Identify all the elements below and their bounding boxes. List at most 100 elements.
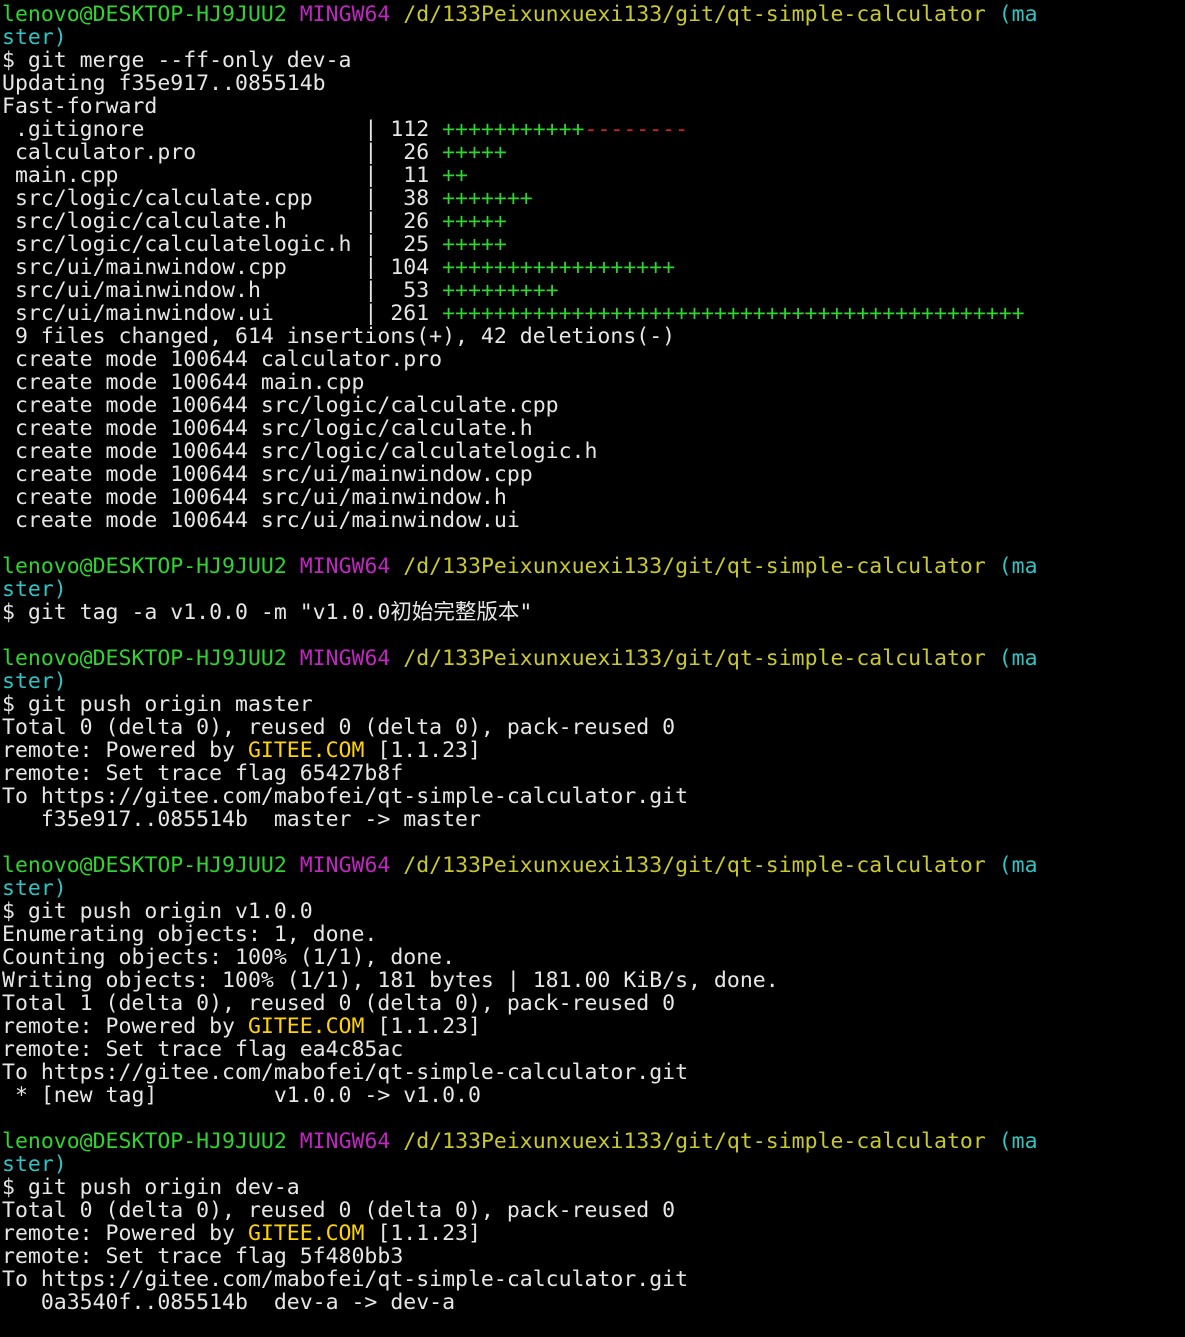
terminal-line: To https://gitee.com/mabofei/qt-simple-c… (2, 1268, 1185, 1291)
terminal-text: ++++++++++++++++++ (442, 256, 676, 279)
terminal-text: lenovo@DESKTOP-HJ9JUU2 (2, 854, 287, 877)
terminal-line: create mode 100644 calculator.pro (2, 348, 1185, 371)
terminal-text: src/logic/calculate.h | 26 (2, 210, 443, 233)
terminal-text: ster) (2, 1153, 67, 1176)
terminal-text: $ git push origin master (2, 693, 313, 716)
terminal-text: $ git push origin v1.0.0 (2, 900, 313, 923)
terminal-text: lenovo@DESKTOP-HJ9JUU2 (2, 647, 287, 670)
terminal-text: Total 1 (delta 0), reused 0 (delta 0), p… (2, 992, 676, 1015)
terminal-text: /d/133Peixunxuexi133/git/qt-simple-calcu… (403, 555, 986, 578)
terminal-line: src/logic/calculatelogic.h | 25 +++++ (2, 233, 1185, 256)
terminal-line: $ git push origin master (2, 693, 1185, 716)
terminal-text: $ git tag -a v1.0.0 -m "v1.0.0初始完整版本" (2, 601, 533, 624)
terminal-text: remote: Set trace flag 5f480bb3 (2, 1245, 404, 1268)
terminal-line: create mode 100644 src/logic/calculate.c… (2, 394, 1185, 417)
terminal-line: remote: Powered by GITEE.COM [1.1.23] (2, 1222, 1185, 1245)
terminal-text: src/logic/calculate.cpp | 38 (2, 187, 443, 210)
terminal-text: create mode 100644 src/logic/calculatelo… (2, 440, 598, 463)
terminal-text: remote: Set trace flag ea4c85ac (2, 1038, 404, 1061)
terminal-line: $ git tag -a v1.0.0 -m "v1.0.0初始完整版本" (2, 601, 1185, 624)
terminal-line: Total 0 (delta 0), reused 0 (delta 0), p… (2, 1199, 1185, 1222)
terminal-text: 9 files changed, 614 insertions(+), 42 d… (2, 325, 676, 348)
terminal-text: MINGW64 (299, 555, 391, 578)
terminal-line: remote: Set trace flag ea4c85ac (2, 1038, 1185, 1061)
terminal-text: create mode 100644 src/logic/calculate.h (2, 417, 533, 440)
terminal-line: create mode 100644 src/ui/mainwindow.ui (2, 509, 1185, 532)
terminal-text: (ma (998, 3, 1038, 26)
terminal-text: calculator.pro | 26 (2, 141, 443, 164)
terminal-text: 0a3540f..085514b dev-a -> dev-a (2, 1291, 456, 1314)
terminal-text: Enumerating objects: 1, done. (2, 923, 378, 946)
terminal-text: src/logic/calculatelogic.h | 25 (2, 233, 443, 256)
terminal-text: /d/133Peixunxuexi133/git/qt-simple-calcu… (403, 3, 986, 26)
terminal-line: $ git push origin v1.0.0 (2, 900, 1185, 923)
terminal-text: MINGW64 (299, 1130, 391, 1153)
terminal-line: lenovo@DESKTOP-HJ9JUU2 MINGW64 /d/133Pei… (2, 854, 1185, 877)
terminal-text: create mode 100644 src/logic/calculate.c… (2, 394, 559, 417)
terminal-line: create mode 100644 src/ui/mainwindow.cpp (2, 463, 1185, 486)
terminal-line: Counting objects: 100% (1/1), done. (2, 946, 1185, 969)
terminal-text: src/ui/mainwindow.h | 53 (2, 279, 443, 302)
terminal-line: lenovo@DESKTOP-HJ9JUU2 MINGW64 /d/133Pei… (2, 3, 1185, 26)
terminal-line: ster) (2, 877, 1185, 900)
terminal-text: To https://gitee.com/mabofei/qt-simple-c… (2, 785, 689, 808)
terminal-text: /d/133Peixunxuexi133/git/qt-simple-calcu… (403, 854, 986, 877)
terminal-text: (ma (998, 854, 1038, 877)
terminal-line: .gitignore | 112 +++++++++++-------- (2, 118, 1185, 141)
terminal-line: Fast-forward (2, 95, 1185, 118)
terminal-text: [1.1.23] (364, 739, 481, 762)
terminal-text: create mode 100644 calculator.pro (2, 348, 443, 371)
terminal-text: +++++ (442, 233, 507, 256)
terminal-text: .gitignore | 112 (2, 118, 443, 141)
terminal-text: +++++ (442, 141, 507, 164)
terminal-text: (ma (998, 555, 1038, 578)
terminal-text: lenovo@DESKTOP-HJ9JUU2 (2, 3, 287, 26)
terminal-text: main.cpp | 11 (2, 164, 443, 187)
terminal-text: create mode 100644 main.cpp (2, 371, 365, 394)
terminal-text: [1.1.23] (364, 1222, 481, 1245)
terminal-text: remote: Powered by (2, 1015, 248, 1038)
terminal-line: Writing objects: 100% (1/1), 181 bytes |… (2, 969, 1185, 992)
terminal-output[interactable]: lenovo@DESKTOP-HJ9JUU2 MINGW64 /d/133Pei… (0, 0, 1185, 1337)
terminal-text: $ git merge --ff-only dev-a (2, 49, 352, 72)
terminal-text: ster) (2, 670, 67, 693)
terminal-line: lenovo@DESKTOP-HJ9JUU2 MINGW64 /d/133Pei… (2, 555, 1185, 578)
terminal-text: +++++++++ (442, 279, 559, 302)
terminal-line: src/ui/mainwindow.h | 53 +++++++++ (2, 279, 1185, 302)
terminal-line: 9 files changed, 614 insertions(+), 42 d… (2, 325, 1185, 348)
terminal-text: /d/133Peixunxuexi133/git/qt-simple-calcu… (403, 1130, 986, 1153)
terminal-text: create mode 100644 src/ui/mainwindow.h (2, 486, 507, 509)
terminal-text: GITEE.COM (247, 1015, 365, 1038)
terminal-line: create mode 100644 main.cpp (2, 371, 1185, 394)
terminal-line: create mode 100644 src/logic/calculate.h (2, 417, 1185, 440)
terminal-line: create mode 100644 src/logic/calculatelo… (2, 440, 1185, 463)
terminal-text: +++++++++++ (442, 118, 585, 141)
terminal-text: GITEE.COM (247, 1222, 365, 1245)
terminal-text: Total 0 (delta 0), reused 0 (delta 0), p… (2, 716, 676, 739)
terminal-text: ster) (2, 877, 67, 900)
terminal-line: src/logic/calculate.cpp | 38 +++++++ (2, 187, 1185, 210)
terminal-line: Updating f35e917..085514b (2, 72, 1185, 95)
terminal-line: * [new tag] v1.0.0 -> v1.0.0 (2, 1084, 1185, 1107)
terminal-text: create mode 100644 src/ui/mainwindow.ui (2, 509, 520, 532)
terminal-line: 0a3540f..085514b dev-a -> dev-a (2, 1291, 1185, 1314)
terminal-line: ster) (2, 1153, 1185, 1176)
terminal-text: f35e917..085514b master -> master (2, 808, 481, 831)
terminal-text: (ma (998, 1130, 1038, 1153)
terminal-text: ster) (2, 26, 67, 49)
terminal-text: remote: Set trace flag 65427b8f (2, 762, 404, 785)
terminal-line: ster) (2, 670, 1185, 693)
terminal-line: src/logic/calculate.h | 26 +++++ (2, 210, 1185, 233)
terminal-text: (ma (998, 647, 1038, 670)
